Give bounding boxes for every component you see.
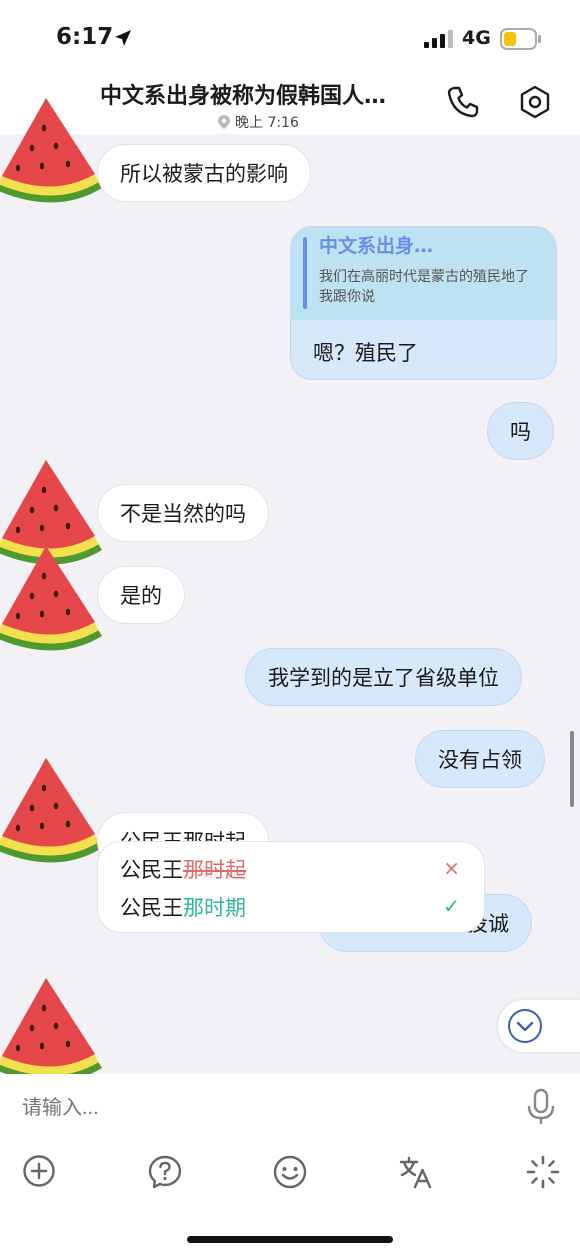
watermelon-avatar[interactable] [0,974,106,1084]
watermelon-avatar[interactable] [0,94,106,204]
reply-message[interactable]: 中文系出身… 我们在高丽时代是蒙古的殖民地了 我跟你说 嗯？殖民了 [290,226,557,380]
reply-text: 嗯？殖民了 [313,341,418,365]
network-type: 4G [462,27,491,49]
settings-icon[interactable] [517,84,553,120]
message-outgoing[interactable]: 吗 [487,402,554,460]
scroll-to-bottom-button[interactable] [498,1000,580,1052]
correction-card[interactable]: 公民王那时起 × 公民王那时期 ✓ [97,841,485,933]
right-part: 那时期 [183,896,246,920]
status-time: 6:17 [56,24,114,50]
message-outgoing[interactable]: 没有占领 [415,730,545,788]
translate-icon[interactable] [398,1154,434,1190]
location-arrow-icon [115,30,131,46]
wrong-prefix: 公民王 [120,858,183,882]
chevron-down-icon [508,1009,542,1043]
message-incoming[interactable]: 所以被蒙古的影响 [97,144,311,202]
quote-text: 我们在高丽时代是蒙古的殖民地了 我跟你说 [319,269,529,305]
wrong-mark-icon: × [443,856,460,880]
message-incoming[interactable]: 是的 [97,566,185,624]
question-icon[interactable] [147,1154,183,1190]
correction-right-row: 公民王那时期 [120,892,246,922]
chat-area[interactable]: 所以被蒙古的影响 中文系出身… 我们在高丽时代是蒙古的殖民地了 我跟你说 嗯？殖… [0,134,580,1074]
correction-wrong-row: 公民王那时起 [120,854,246,884]
battery-icon [500,28,541,50]
sparkle-icon[interactable] [525,1154,561,1190]
message-input[interactable] [20,1096,504,1121]
message-outgoing[interactable]: 我学到的是立了省级单位 [245,648,522,706]
location-pin-icon [218,115,230,129]
emoji-icon[interactable] [272,1154,308,1190]
signal-icon [424,30,453,48]
chat-subtitle-text: 晚上 7:16 [235,115,299,131]
home-indicator[interactable] [187,1236,393,1243]
right-mark-icon: ✓ [443,894,460,918]
quoted-message[interactable]: 中文系出身… 我们在高丽时代是蒙古的殖民地了 我跟你说 [291,227,556,320]
phone-icon[interactable] [445,84,481,120]
right-prefix: 公民王 [120,896,183,920]
mic-icon[interactable] [524,1088,558,1126]
scrollbar[interactable] [570,731,574,807]
quote-bar [303,237,307,309]
plus-icon[interactable] [22,1154,56,1188]
watermelon-avatar[interactable] [0,754,106,864]
watermelon-avatar[interactable] [0,542,106,652]
chat-subtitle: 晚上 7:16 [218,112,299,132]
input-bar [0,1074,580,1255]
wrong-part: 那时起 [183,858,246,882]
chat-title[interactable]: 中文系出身被称为假韩国人… [100,78,420,110]
quote-title: 中文系出身… [319,235,434,257]
message-incoming[interactable]: 不是当然的吗 [97,484,269,542]
status-bar: 6:17 4G [0,0,580,72]
